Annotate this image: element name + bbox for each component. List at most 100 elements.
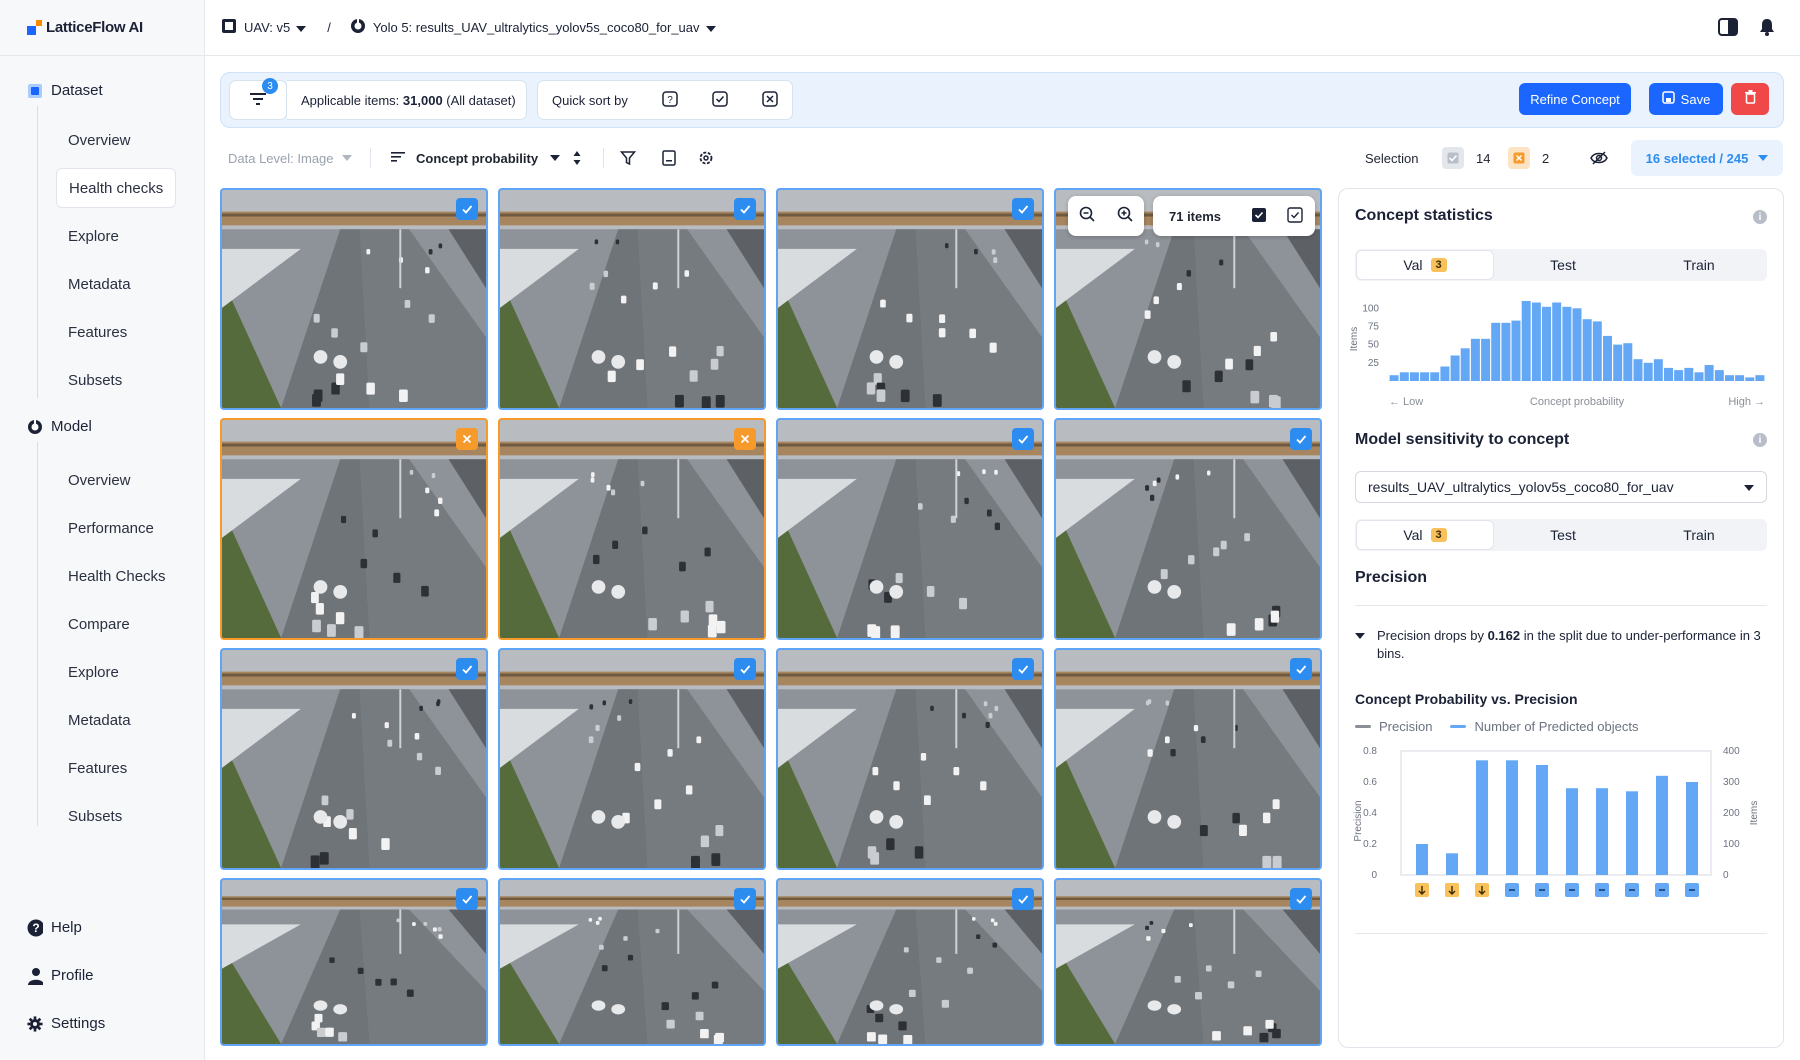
sidebar-item-label: Subsets: [68, 371, 123, 389]
sidebar-item-model-metadata[interactable]: Metadata: [56, 700, 176, 740]
hist-bar: [1694, 372, 1704, 381]
collapse-caret-icon[interactable]: [1355, 633, 1365, 639]
info-icon[interactable]: i: [1753, 433, 1767, 447]
tab-val[interactable]: Val 3: [1357, 251, 1493, 279]
sidebar-item-model-overview[interactable]: Overview: [56, 460, 176, 500]
tab-test[interactable]: Test: [1495, 519, 1631, 551]
tile-reject-checkbox[interactable]: [734, 428, 756, 450]
sidebar-item-dataset-overview[interactable]: Overview: [56, 120, 176, 160]
image-tile[interactable]: [776, 188, 1044, 410]
save-button[interactable]: Save: [1649, 83, 1723, 115]
sort-direction-icon[interactable]: [572, 140, 582, 176]
refine-concept-button[interactable]: Refine Concept: [1519, 83, 1631, 115]
hist-bar: [1623, 343, 1633, 381]
image-tile[interactable]: [776, 418, 1044, 640]
accepted-filter[interactable]: 14: [1442, 140, 1490, 176]
sidebar-item-profile[interactable]: Profile: [27, 967, 94, 985]
sidebar-item-model-features[interactable]: Features: [56, 748, 176, 788]
tab-test[interactable]: Test: [1495, 249, 1631, 281]
model-result-select[interactable]: results_UAV_ultralytics_yolov5s_coco80_f…: [1355, 471, 1767, 503]
tile-accept-checkbox[interactable]: [1290, 428, 1312, 450]
sidebar-item-label: Explore: [68, 663, 119, 681]
sidebar-item-model-performance[interactable]: Performance: [56, 508, 176, 548]
image-tile[interactable]: [220, 878, 488, 1046]
tile-accept-checkbox[interactable]: [456, 658, 478, 680]
tab-val[interactable]: Val 3: [1357, 521, 1493, 549]
brand-logo[interactable]: LatticeFlow AI: [0, 0, 204, 56]
tile-reject-checkbox[interactable]: [456, 428, 478, 450]
sidebar-section-dataset[interactable]: Dataset: [27, 82, 103, 99]
select-all-icon[interactable]: [1251, 207, 1267, 226]
sidebar-item-model-subsets[interactable]: Subsets: [56, 796, 176, 836]
sidebar-item-dataset-features[interactable]: Features: [56, 312, 176, 352]
panel-toggle-icon[interactable]: [1718, 18, 1738, 39]
sidebar-item-model-health-checks[interactable]: Health Checks: [56, 556, 176, 596]
sidebar-item-dataset-subsets[interactable]: Subsets: [56, 360, 176, 400]
sidebar-item-dataset-explore[interactable]: Explore: [56, 216, 176, 256]
accept-all-icon[interactable]: [1287, 206, 1303, 226]
tile-accept-checkbox[interactable]: [1012, 658, 1034, 680]
sidebar-item-help[interactable]: ? Help: [27, 919, 82, 936]
tile-accept-checkbox[interactable]: [1290, 888, 1312, 910]
image-tile[interactable]: [498, 648, 766, 870]
info-icon[interactable]: i: [1753, 210, 1767, 224]
data-level-select[interactable]: Data Level: Image: [228, 140, 352, 176]
tile-accept-checkbox[interactable]: [734, 888, 756, 910]
zoom-in-icon[interactable]: [1117, 206, 1133, 227]
tile-accept-checkbox[interactable]: [456, 198, 478, 220]
tile-accept-checkbox[interactable]: [1012, 428, 1034, 450]
bell-icon[interactable]: [1758, 18, 1776, 39]
filter-button[interactable]: 3: [229, 78, 287, 120]
predicted-objects-bar: [1626, 791, 1638, 875]
image-tile[interactable]: [220, 188, 488, 410]
help-icon: ?: [27, 919, 43, 936]
sidebar-item-model-compare[interactable]: Compare: [56, 604, 176, 644]
hist-ytick-label: 75: [1368, 321, 1380, 332]
sidebar-section-model[interactable]: Model: [27, 418, 92, 435]
rejected-filter[interactable]: 2: [1508, 140, 1549, 176]
image-tile[interactable]: [776, 648, 1044, 870]
user-icon: [27, 967, 43, 985]
tab-train[interactable]: Train: [1631, 249, 1767, 281]
sort-accepted-icon[interactable]: [712, 90, 728, 110]
tile-accept-checkbox[interactable]: [734, 198, 756, 220]
image-tile[interactable]: [498, 418, 766, 640]
image-tile[interactable]: [1054, 648, 1322, 870]
tile-accept-checkbox[interactable]: [734, 658, 756, 680]
tile-accept-checkbox[interactable]: [1290, 658, 1312, 680]
sidebar-item-dataset-health-checks[interactable]: Health checks: [56, 168, 176, 208]
image-tile[interactable]: [220, 418, 488, 640]
gear-icon[interactable]: [698, 140, 714, 176]
sidebar-item-label: Overview: [68, 471, 131, 489]
zoom-out-icon[interactable]: [1079, 206, 1095, 227]
image-tile[interactable]: [1054, 878, 1322, 1046]
hist-bar: [1481, 338, 1491, 381]
hist-xlabel: Concept probability: [1530, 396, 1625, 408]
model-selector[interactable]: Yolo 5: results_UAV_ultralytics_yolov5s_…: [373, 20, 716, 35]
image-tile[interactable]: [220, 648, 488, 870]
sort-unlabeled-icon[interactable]: ?: [662, 90, 678, 110]
dataset-selector[interactable]: UAV: v5: [244, 20, 307, 35]
sort-select[interactable]: Concept probability: [390, 140, 561, 176]
tab-train[interactable]: Train: [1631, 519, 1767, 551]
image-tile[interactable]: [776, 878, 1044, 1046]
items-counter: 71 items: [1153, 196, 1315, 236]
image-tile[interactable]: [498, 878, 766, 1046]
report-icon[interactable]: [662, 140, 676, 176]
sidebar-item-dataset-metadata[interactable]: Metadata: [56, 264, 176, 304]
sidebar-item-model-explore[interactable]: Explore: [56, 652, 176, 692]
selection-dropdown[interactable]: 16 selected / 245: [1631, 140, 1783, 176]
tile-accept-checkbox[interactable]: [1012, 198, 1034, 220]
hist-bar: [1674, 370, 1684, 381]
delete-button[interactable]: [1731, 83, 1769, 115]
tile-accept-checkbox[interactable]: [1012, 888, 1034, 910]
sidebar: LatticeFlow AI Dataset Overview Health ch…: [0, 0, 205, 1060]
funnel-icon[interactable]: [620, 140, 636, 176]
image-tile[interactable]: [1054, 418, 1322, 640]
sidebar-item-settings[interactable]: Settings: [27, 1015, 105, 1032]
image-tile[interactable]: [498, 188, 766, 410]
sort-rejected-icon[interactable]: [762, 90, 778, 110]
hide-eye-icon[interactable]: [1590, 140, 1608, 176]
tile-accept-checkbox[interactable]: [456, 888, 478, 910]
sensitivity-split-tabs: Val 3 Test Train: [1355, 519, 1767, 551]
